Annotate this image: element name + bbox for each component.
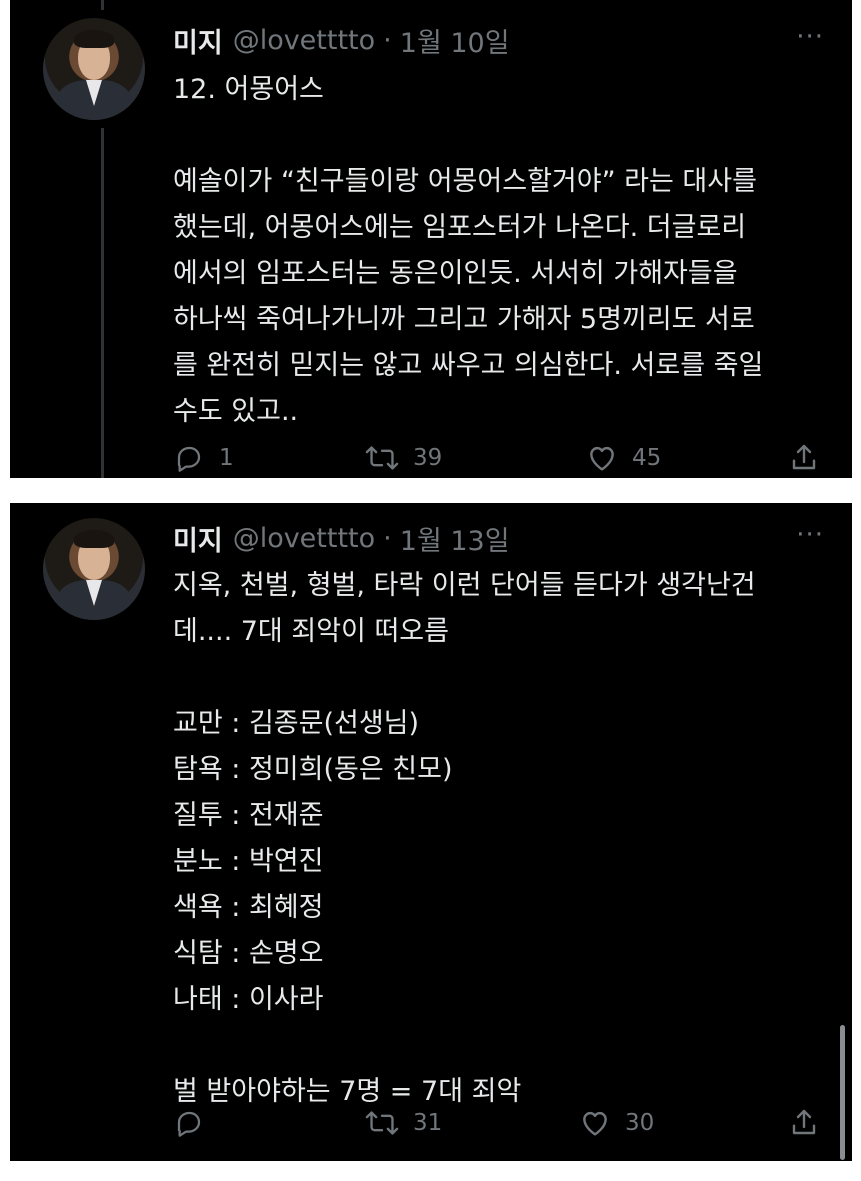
tweet-line: 12. 어몽어스: [173, 74, 324, 105]
date-separator: ·: [383, 522, 392, 554]
more-options-icon[interactable]: ···: [796, 22, 824, 52]
tweet-line: 식탐 : 손명오: [173, 938, 324, 969]
retweet-button[interactable]: 39: [365, 438, 442, 478]
handle[interactable]: @lovetttto: [233, 523, 375, 554]
share-button[interactable]: [788, 1103, 820, 1143]
tweet-line: 탐욕 : 정미희(동은 친모): [173, 754, 453, 785]
date-separator: ·: [383, 24, 392, 56]
like-count: 45: [632, 445, 662, 471]
tweet-text: 지옥, 천벌, 형벌, 타락 이런 단어들 듣다가 생각난건 데.... 7대 …: [173, 563, 833, 1115]
heart-icon: [583, 1111, 607, 1136]
display-name[interactable]: 미지: [173, 519, 223, 558]
more-options-icon[interactable]: ···: [796, 520, 824, 550]
like-button[interactable]: 45: [586, 438, 661, 478]
tweet-line: 를 완전히 믿지는 않고 싸우고 의심한다. 서로를 죽일: [173, 350, 764, 381]
share-icon: [792, 1109, 816, 1135]
tweet-date[interactable]: 1월 13일: [400, 519, 510, 558]
tweet-line: 예솔이가 “친구들이랑 어몽어스할거야” 라는 대사를: [173, 166, 757, 197]
tweet-date[interactable]: 1월 10일: [400, 21, 510, 60]
tweet-line: 질투 : 전재준: [173, 800, 324, 831]
tweet-line: 하나씩 죽여나가니까 그리고 가해자 5명끼리도 서로: [173, 304, 755, 335]
tweet-card[interactable]: 미지 @lovetttto · 1월 13일 ··· 지옥, 천벌, 형벌, 타…: [10, 503, 852, 1161]
tweet-line: [173, 1023, 833, 1069]
heart-icon: [590, 446, 614, 471]
reply-count: 1: [219, 445, 234, 471]
retweet-button[interactable]: 31: [365, 1103, 442, 1143]
tweet-header: 미지 @lovetttto · 1월 13일: [173, 518, 510, 558]
handle[interactable]: @lovetttto: [233, 25, 375, 56]
like-count: 30: [625, 1110, 655, 1136]
retweet-icon: [365, 1111, 399, 1135]
tweet-card[interactable]: 미지 @lovetttto · 1월 10일 ··· 12. 어몽어스 예솔이가…: [10, 0, 852, 478]
tweet-line: 색욕 : 최혜정: [173, 892, 324, 923]
retweet-count: 39: [413, 445, 443, 471]
tweet-line: [173, 113, 833, 159]
tweet-line: 에서의 임포스터는 동은이인듯. 서서히 가해자들을: [173, 258, 738, 289]
thread-line-top: [101, 0, 104, 10]
tweet-line: [173, 655, 833, 701]
tweet-actions: 1 39 45: [173, 438, 823, 478]
tweet-line: 데.... 7대 죄악이 떠오름: [173, 616, 449, 647]
tweet-text: 12. 어몽어스 예솔이가 “친구들이랑 어몽어스할거야” 라는 대사를 했는데…: [173, 67, 833, 435]
retweet-icon: [365, 446, 399, 470]
avatar[interactable]: [43, 518, 145, 620]
reply-icon: [177, 1111, 201, 1137]
retweet-count: 31: [413, 1110, 443, 1136]
tweet-line: 분노 : 박연진: [173, 846, 324, 877]
tweet-line: 교만 : 김종문(선생님): [173, 708, 420, 739]
like-button[interactable]: 30: [579, 1103, 654, 1143]
share-button[interactable]: [788, 438, 820, 478]
tweet-line: 나태 : 이사라: [173, 984, 324, 1015]
tweet-line: 수도 있고..: [173, 396, 299, 427]
reply-button[interactable]: 1: [173, 438, 234, 478]
share-icon: [792, 444, 816, 470]
tweet-actions: 31 30: [173, 1103, 823, 1143]
tweet-header: 미지 @lovetttto · 1월 10일: [173, 20, 510, 60]
display-name[interactable]: 미지: [173, 21, 223, 60]
avatar[interactable]: [43, 18, 145, 120]
tweet-line: 했는데, 어몽어스에는 임포스터가 나온다. 더글로리: [173, 212, 747, 243]
reply-button[interactable]: [173, 1103, 219, 1143]
scrollbar[interactable]: [840, 1025, 845, 1160]
thread-line: [101, 128, 104, 478]
tweet-line: 지옥, 천벌, 형벌, 타락 이런 단어들 듣다가 생각난건: [173, 570, 756, 601]
reply-icon: [177, 446, 201, 472]
